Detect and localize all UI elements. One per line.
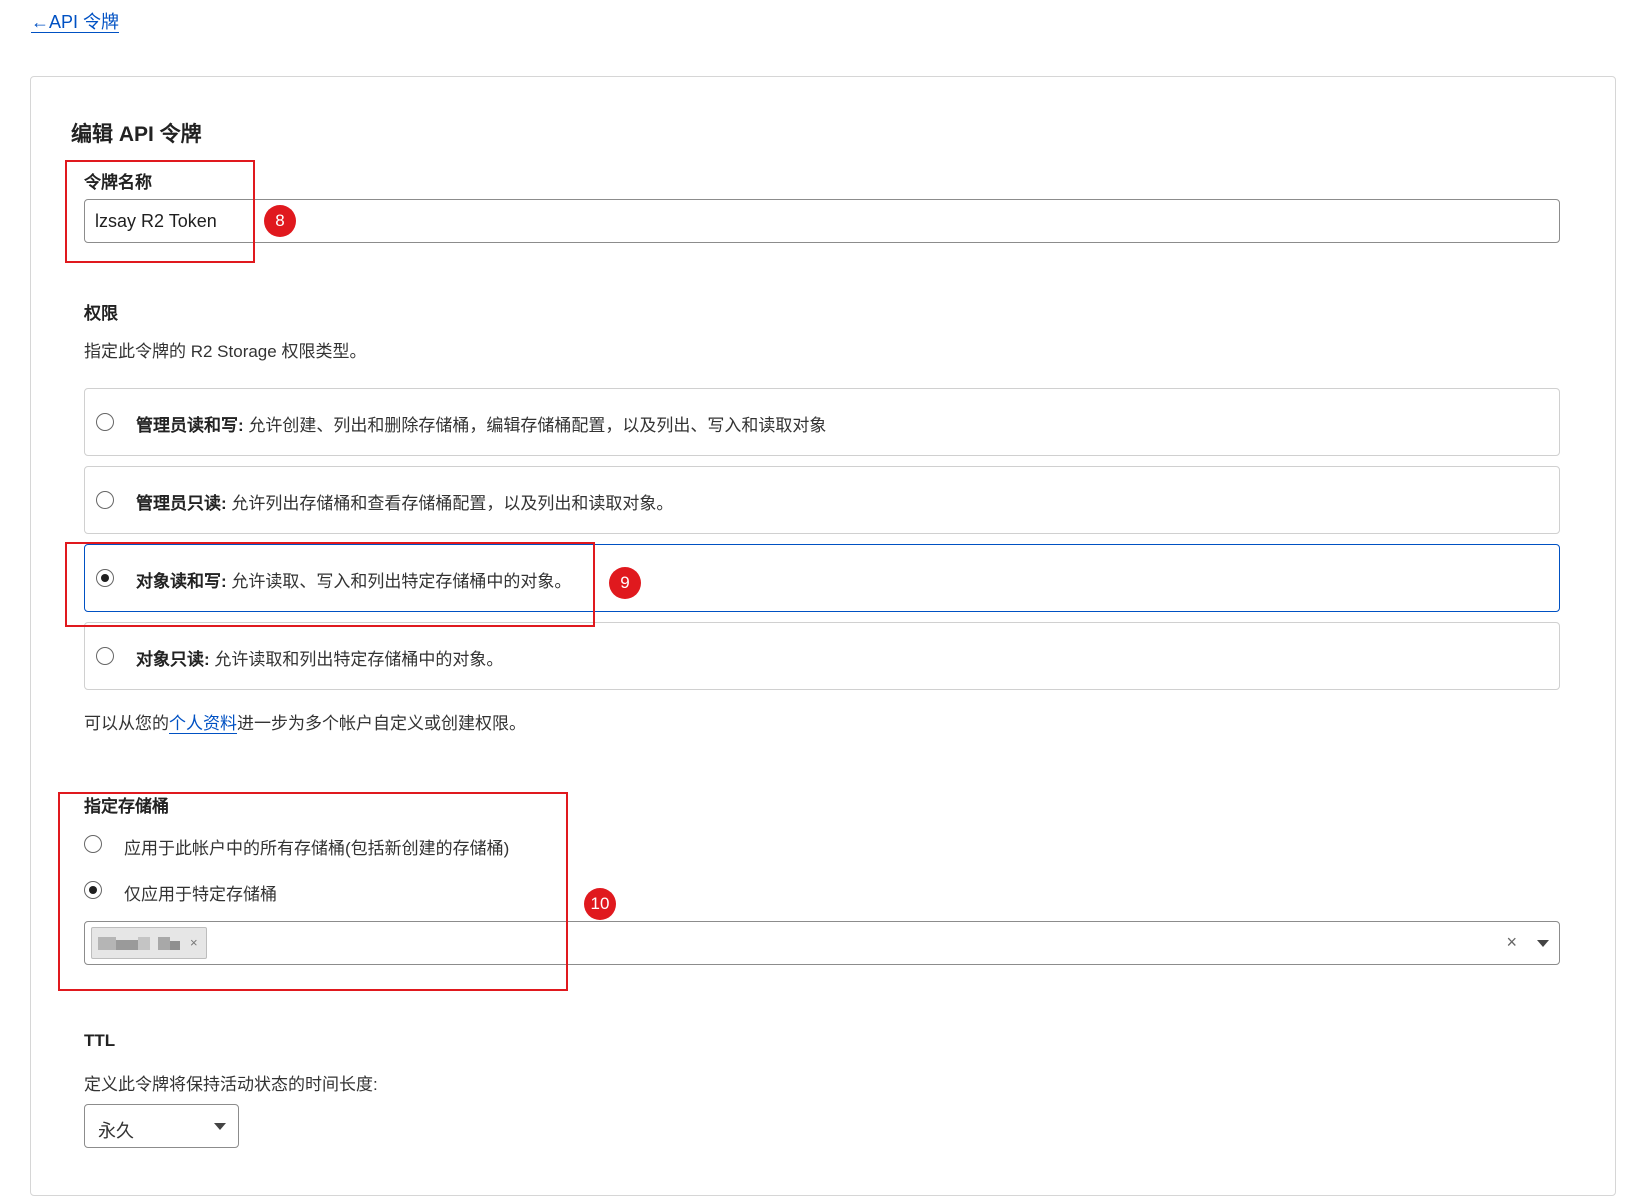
option-title: 管理员读和写: [136, 416, 244, 435]
option-description: 允许创建、列出和删除存储桶，编辑存储桶配置，以及列出、写入和读取对象 [248, 416, 827, 435]
radio-icon[interactable] [96, 491, 114, 509]
dropdown-caret-icon[interactable] [1537, 940, 1549, 947]
permissions-label: 权限 [84, 304, 118, 323]
option-title: 管理员只读: [136, 494, 227, 513]
annotation-badge-8: 8 [264, 205, 296, 237]
option-title: 对象只读: [136, 650, 210, 669]
annotation-badge-10: 10 [584, 888, 616, 920]
radio-icon[interactable] [96, 647, 114, 665]
page-title: 编辑 API 令牌 [71, 123, 202, 146]
annotation-box [65, 160, 255, 263]
option-description: 允许列出存储桶和查看存储桶配置，以及列出和读取对象。 [231, 494, 674, 513]
dropdown-caret-icon[interactable] [214, 1123, 226, 1130]
permission-option-admin-read-write[interactable]: 管理员读和写: 允许创建、列出和删除存储桶，编辑存储桶配置，以及列出、写入和读取… [84, 388, 1560, 456]
radio-icon[interactable] [96, 413, 114, 431]
token-name-input[interactable]: lzsay R2 Token [84, 199, 1560, 243]
ttl-selected-value: 永久 [98, 1121, 134, 1141]
permission-option-admin-read-only[interactable]: 管理员只读: 允许列出存储桶和查看存储桶配置，以及列出和读取对象。 [84, 466, 1560, 534]
permissions-footer-note: 可以从您的个人资料进一步为多个帐户自定义或创建权限。 [84, 709, 526, 734]
ttl-select[interactable]: 永久 [84, 1104, 239, 1148]
annotation-badge-9: 9 [609, 567, 641, 599]
footer-text-before: 可以从您的 [84, 714, 169, 733]
back-to-api-tokens-link[interactable]: ←API 令牌 [31, 12, 120, 33]
annotation-box [65, 542, 595, 627]
ttl-label: TTL [84, 1031, 116, 1050]
annotation-box [58, 792, 568, 991]
clear-selection-icon[interactable]: × [1506, 932, 1517, 953]
option-description: 允许读取和列出特定存储桶中的对象。 [214, 650, 504, 669]
permission-option-object-read-only[interactable]: 对象只读: 允许读取和列出特定存储桶中的对象。 [84, 622, 1560, 690]
permissions-description: 指定此令牌的 R2 Storage 权限类型。 [84, 342, 367, 361]
ttl-description: 定义此令牌将保持活动状态的时间长度: [84, 1075, 378, 1094]
profile-link[interactable]: 个人资料 [169, 714, 237, 734]
footer-text-after: 进一步为多个帐户自定义或创建权限。 [237, 714, 526, 733]
